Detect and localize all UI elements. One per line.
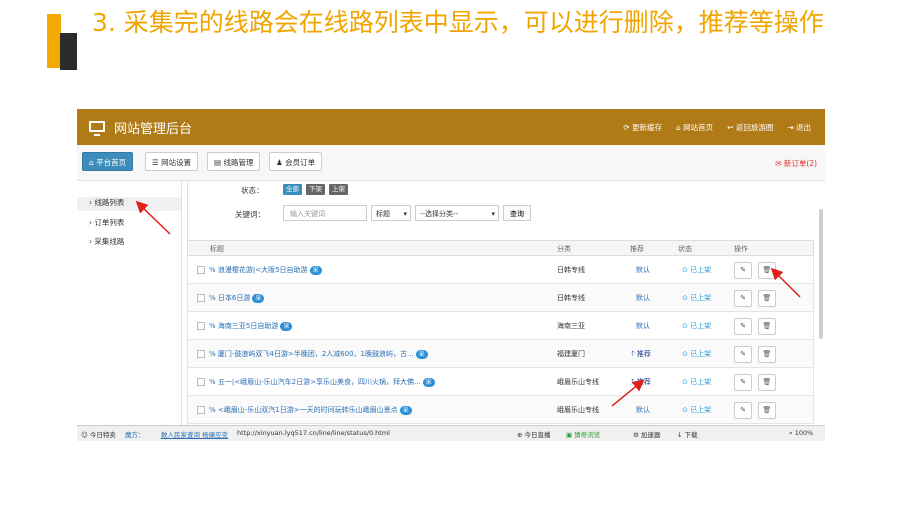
arrow-to-recommend — [611, 379, 645, 407]
arrow-to-delete — [770, 267, 801, 298]
arrow-to-route-list — [135, 200, 171, 235]
annotation-arrows — [135, 200, 801, 407]
